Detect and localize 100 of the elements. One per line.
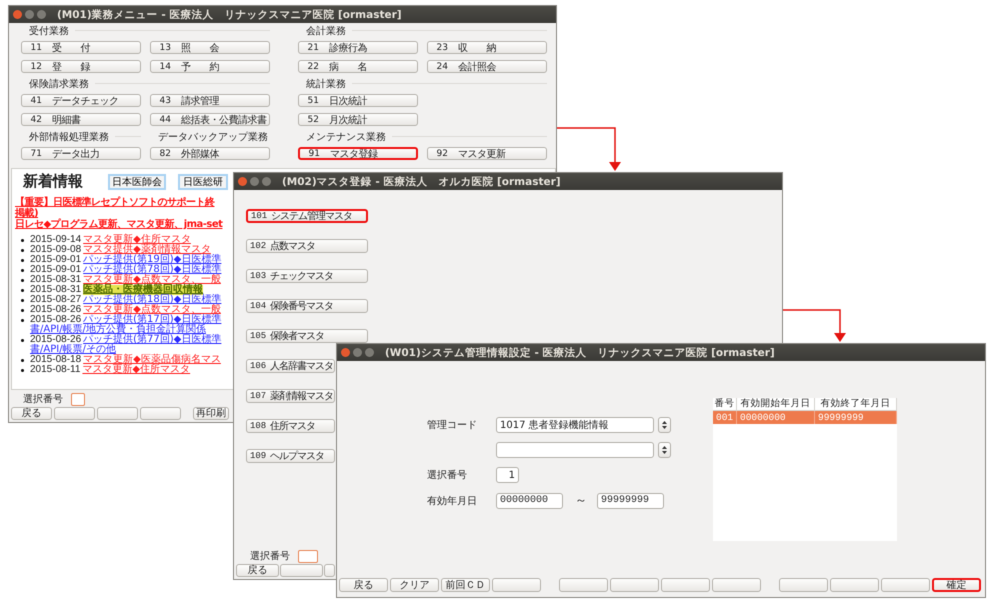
minimize-button[interactable]: [250, 177, 259, 186]
code-label: 管理コード: [427, 419, 478, 432]
arrow: [557, 127, 621, 171]
minimize-button[interactable]: [353, 348, 362, 357]
menu-button[interactable]: 82 外部媒体: [150, 147, 270, 160]
news-link[interactable]: マスタ更新◆住所マスタ: [82, 365, 190, 375]
news-date: 2015-08-31: [30, 285, 82, 295]
function-button[interactable]: 確定: [932, 578, 981, 592]
master-button[interactable]: 104 保険番号マスタ: [246, 299, 368, 313]
window-title: (M01)業務メニュー - 医療法人 リナックスマニア医院 [ormaster]: [57, 8, 402, 22]
news-link[interactable]: マスタ更新◆住所マスタ: [83, 235, 191, 245]
spinner-button[interactable]: [658, 442, 671, 458]
news-link[interactable]: 医薬品・医療機器回収情報: [83, 285, 204, 295]
master-button[interactable]: 107 薬剤情報マスタ: [246, 389, 335, 403]
function-button[interactable]: [661, 578, 710, 592]
news-date: 2015-08-27: [30, 295, 82, 305]
news-date: 2015-08-26: [30, 335, 82, 345]
close-button[interactable]: [341, 348, 350, 357]
input-field[interactable]: [496, 442, 654, 458]
function-button[interactable]: クリア: [390, 578, 439, 592]
selection-field[interactable]: [71, 392, 85, 406]
function-button[interactable]: [140, 407, 181, 420]
spinner-button[interactable]: [658, 417, 671, 433]
range-separator: ～: [575, 492, 587, 509]
bullet-icon: [21, 288, 24, 292]
master-button[interactable]: 102 点数マスタ: [246, 239, 368, 253]
news-date: 2015-08-11: [30, 365, 80, 375]
close-button[interactable]: [13, 10, 22, 19]
news-link[interactable]: マスタ提供◆薬剤情報マスタ: [83, 245, 211, 255]
function-button[interactable]: [280, 564, 323, 577]
close-button[interactable]: [238, 177, 247, 186]
news-date: 2015-08-31: [30, 275, 82, 285]
menu-button[interactable]: 51 日次統計: [298, 94, 418, 107]
function-button[interactable]: 戻る: [339, 578, 388, 592]
menu-button[interactable]: 71 データ出力: [21, 147, 141, 160]
function-button[interactable]: 再印刷: [193, 407, 229, 420]
notice-link[interactable]: 日レセ◆プログラム更新、マスタ更新、jma-set: [15, 219, 222, 230]
menu-button[interactable]: 21 診療行為: [298, 41, 418, 54]
function-button[interactable]: [559, 578, 608, 592]
master-button[interactable]: 105 保険者マスタ: [246, 329, 368, 343]
menu-button[interactable]: 23 収 納: [427, 41, 547, 54]
news-link[interactable]: マスタ更新◆点数マスタ、一般: [83, 305, 221, 315]
master-button[interactable]: 101 システム管理マスタ: [246, 209, 368, 223]
news-link[interactable]: 書/API/帳票/その他: [30, 345, 116, 355]
maximize-button[interactable]: [365, 348, 374, 357]
news-link[interactable]: 書/API/帳票/地方公費・負担金計算関係: [30, 325, 206, 335]
code-field[interactable]: 1017 患者登録機能情報: [496, 417, 654, 433]
function-button[interactable]: 前回ＣＤ: [441, 578, 490, 592]
menu-button[interactable]: 91 マスタ登録: [298, 147, 418, 160]
news-link[interactable]: パッチ提供(第17回)◆日医標準: [83, 315, 222, 325]
link-button[interactable]: 日本医師会: [108, 174, 166, 190]
news-link[interactable]: パッチ提供(第77回)◆日医標準: [83, 335, 222, 345]
function-button[interactable]: [54, 407, 95, 420]
master-button[interactable]: 108 住所マスタ: [246, 419, 335, 433]
function-button[interactable]: [712, 578, 761, 592]
menu-button[interactable]: 43 請求管理: [150, 94, 270, 107]
menu-button[interactable]: 42 明細書: [21, 113, 141, 126]
table-cell: 00000000: [737, 411, 815, 424]
menu-button[interactable]: 11 受 付: [21, 41, 141, 54]
up-down-arrows-icon: [662, 421, 667, 429]
menu-button[interactable]: 52 月次統計: [298, 113, 418, 126]
function-button[interactable]: [881, 578, 930, 592]
period-label: 有効年月日: [427, 494, 478, 508]
menu-button[interactable]: 12 登 録: [21, 60, 141, 73]
end-date-field[interactable]: 99999999: [597, 492, 664, 508]
function-button[interactable]: [779, 578, 828, 592]
master-button[interactable]: 106 人名辞書マスタ: [246, 359, 335, 373]
menu-button[interactable]: 14 予 約: [150, 60, 270, 73]
menu-button[interactable]: 22 病 名: [298, 60, 418, 73]
menu-button[interactable]: 92 マスタ更新: [427, 147, 547, 160]
function-button[interactable]: [830, 578, 879, 592]
bullet-icon: [21, 258, 24, 262]
news-link[interactable]: マスタ更新◆点数マスタ、一般: [83, 275, 221, 285]
link-button[interactable]: 日医総研: [178, 174, 228, 190]
function-button[interactable]: [324, 564, 335, 577]
news-link[interactable]: パッチ提供(第19回)◆日医標準: [83, 255, 222, 265]
news-link[interactable]: マスタ更新◆医薬品傷病名マス: [83, 355, 221, 365]
notice-link[interactable]: 【重要】日医標準レセプトソフトのサポート終: [15, 197, 214, 208]
news-link[interactable]: パッチ提供(第18回)◆日医標準: [83, 295, 222, 305]
menu-button[interactable]: 24 会計照会: [427, 60, 547, 73]
function-button[interactable]: [97, 407, 138, 420]
start-date-field[interactable]: 00000000: [496, 492, 563, 508]
maximize-button[interactable]: [37, 10, 46, 19]
function-button[interactable]: 戻る: [236, 564, 279, 577]
notice-link[interactable]: 掲載): [15, 208, 38, 219]
master-button[interactable]: 109 ヘルプマスタ: [246, 449, 335, 463]
group-label: データバックアップ業務: [158, 130, 268, 144]
function-button[interactable]: [610, 578, 659, 592]
minimize-button[interactable]: [25, 10, 34, 19]
master-button[interactable]: 103 チェックマスタ: [246, 269, 368, 283]
function-button[interactable]: [492, 578, 541, 592]
menu-button[interactable]: 13 照 会: [150, 41, 270, 54]
menu-button[interactable]: 41 データチェック: [21, 94, 141, 107]
menu-button[interactable]: 44 総括表・公費請求書: [150, 113, 270, 126]
selection-field[interactable]: [298, 550, 318, 562]
news-link[interactable]: パッチ提供(第78回)◆日医標準: [83, 265, 222, 275]
function-button[interactable]: 戻る: [11, 407, 52, 420]
maximize-button[interactable]: [262, 177, 271, 186]
selection-field[interactable]: 1: [496, 467, 519, 483]
bullet-icon: [21, 248, 24, 252]
